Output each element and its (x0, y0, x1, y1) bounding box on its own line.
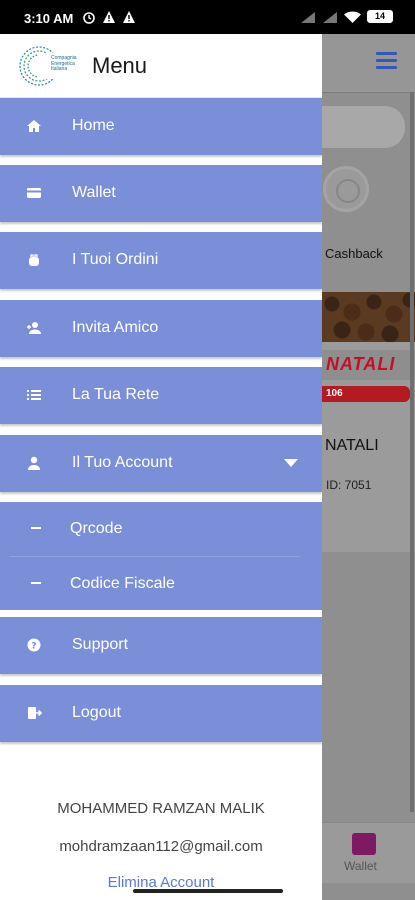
company-logo: Compagnia Energetica Italiana (17, 43, 77, 89)
store-image (322, 292, 415, 342)
warning-icon (103, 11, 115, 23)
wifi-icon (344, 11, 361, 23)
menu-item-label: Il Tuo Account (72, 454, 173, 471)
wallet-icon[interactable] (352, 833, 376, 855)
signal-icon (301, 11, 315, 23)
logout-icon (28, 707, 42, 719)
menu-item-label: Wallet (72, 184, 116, 201)
bottom-nav: Wallet (322, 822, 415, 883)
chevron-down-icon[interactable] (284, 459, 298, 467)
menu-item-label: I Tuoi Ordini (72, 251, 159, 268)
drawer-header: Compagnia Energetica Italiana Menu (0, 34, 322, 98)
menu-item-label: Logout (72, 704, 121, 721)
scrollbar[interactable] (410, 92, 414, 812)
svg-text:?: ? (31, 642, 36, 652)
bottom-tab-wallet[interactable]: Wallet (344, 859, 377, 873)
dash-icon (31, 582, 41, 584)
menu-item-orders[interactable]: I Tuoi Ordini (0, 232, 322, 289)
submenu-item-fiscal-code[interactable]: Codice Fiscale (0, 557, 322, 611)
submenu-item-label: Qrcode (70, 520, 123, 537)
store-logo: NATALI (326, 354, 396, 374)
menu-item-label: Support (72, 636, 129, 653)
person-icon (28, 456, 40, 470)
menu-item-label: Invita Amico (72, 319, 159, 336)
menu-item-home[interactable]: Home (0, 98, 322, 155)
store-id: ID: 7051 (326, 478, 372, 492)
store-name: NATALI (325, 437, 379, 454)
navigation-drawer: Compagnia Energetica Italiana Menu Home … (0, 34, 322, 900)
menu-item-account[interactable]: Il Tuo Account (0, 435, 322, 492)
menu-item-invite-friend[interactable]: Invita Amico (0, 300, 322, 357)
cart-icon (29, 254, 39, 266)
user-name: MOHAMMED RAMZAN MALIK (57, 800, 265, 817)
menu-item-label: Home (72, 117, 115, 134)
signal-icon (323, 11, 337, 23)
submenu-item-qrcode[interactable]: Qrcode (0, 502, 322, 557)
warning-icon (123, 11, 135, 23)
home-indicator[interactable] (133, 889, 283, 893)
menu-item-network[interactable]: La Tua Rete (0, 367, 322, 424)
app-header (322, 34, 415, 93)
add-person-icon (27, 322, 41, 334)
account-submenu: Qrcode Codice Fiscale (0, 502, 322, 610)
menu-item-wallet[interactable]: Wallet (0, 165, 322, 222)
cashback-label: Cashback (325, 246, 383, 261)
status-bar: 3:10 AM 14 (0, 0, 415, 34)
menu-item-label: La Tua Rete (72, 386, 160, 403)
user-email: mohdramzaan112@gmail.com (59, 838, 263, 855)
home-icon (27, 120, 41, 132)
cashback-icon[interactable] (323, 166, 369, 212)
drawer-title: Menu (92, 53, 148, 78)
help-icon: ? (27, 638, 41, 652)
store-red-label: 106 (326, 388, 343, 399)
menu-item-logout[interactable]: Logout (0, 685, 322, 742)
card-icon (27, 188, 41, 198)
list-icon (27, 390, 41, 400)
menu-item-support[interactable]: ? Support (0, 617, 322, 674)
battery-icon: 14 (367, 10, 393, 23)
store-card[interactable]: NATALI 106 NATALI ID: 7051 (322, 292, 415, 552)
dash-icon (31, 527, 41, 529)
hamburger-menu-icon[interactable] (376, 52, 397, 73)
alarm-icon (83, 12, 95, 24)
status-time: 3:10 AM (24, 11, 74, 26)
logo-text: Compagnia Energetica Italiana (51, 55, 77, 72)
submenu-item-label: Codice Fiscale (70, 575, 175, 592)
